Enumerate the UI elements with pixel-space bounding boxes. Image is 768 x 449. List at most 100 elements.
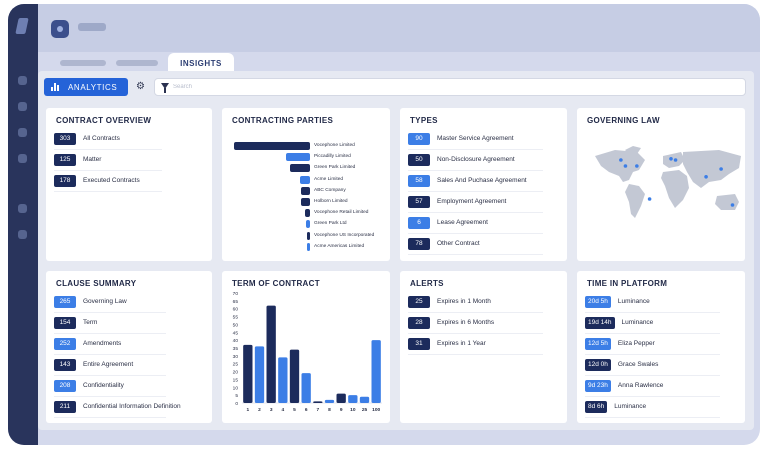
map-marker[interactable] (730, 203, 735, 207)
insights-panel: ANALYTICS ⚙ CONTRACT OVERVIEW 303All Con… (38, 71, 754, 430)
map-marker[interactable] (704, 175, 708, 179)
card-title: GOVERNING LAW (587, 116, 660, 125)
term-bar[interactable] (371, 340, 381, 403)
row-divider (408, 212, 543, 213)
rail-chart-icon[interactable] (18, 154, 27, 163)
world-map[interactable] (589, 142, 745, 226)
list-item[interactable]: 19d 14h Luminance (585, 317, 720, 334)
item-label: Expires in 1 Year (437, 340, 486, 347)
list-item[interactable]: 265 Governing Law (54, 296, 166, 313)
list-item[interactable]: 25 Expires in 1 Month (408, 296, 543, 313)
map-marker[interactable] (669, 157, 673, 161)
app-icon[interactable] (51, 20, 69, 38)
term-bar[interactable] (336, 393, 346, 403)
term-bar[interactable] (278, 357, 288, 403)
y-tick-label: 10 (233, 385, 239, 391)
search-bar[interactable] (154, 78, 746, 96)
term-bar[interactable] (301, 373, 311, 403)
list-item[interactable]: 12d 0h Grace Swales (585, 359, 720, 376)
card-title: ALERTS (410, 279, 444, 288)
party-bar[interactable] (234, 142, 310, 150)
tab-matters[interactable] (116, 60, 158, 66)
rail-search-icon[interactable] (18, 128, 27, 137)
term-bar[interactable] (359, 396, 370, 403)
contract-overview-card: CONTRACT OVERVIEW 303 All Contracts 125 Mat… (46, 108, 212, 261)
count-badge: 211 (54, 401, 76, 413)
list-item[interactable]: 6 Lease Agreement (408, 217, 543, 234)
filter-icon[interactable] (161, 83, 169, 93)
list-item[interactable]: 178 Executed Contracts (54, 175, 162, 192)
rail-home-icon[interactable] (18, 76, 27, 85)
list-item[interactable]: 208 Confidentiality (54, 380, 166, 397)
map-marker[interactable] (719, 167, 723, 171)
term-bar[interactable] (243, 344, 253, 403)
list-item[interactable]: 9d 23h Anna Rawlence (585, 380, 720, 397)
rail-settings-icon[interactable] (18, 230, 27, 239)
gear-icon[interactable]: ⚙ (136, 81, 145, 92)
party-bar[interactable] (304, 209, 310, 218)
party-bar[interactable] (305, 220, 310, 229)
item-label: Master Service Agreement (437, 135, 514, 142)
x-tick-label: 6 (305, 407, 308, 413)
rail-documents-icon[interactable] (18, 102, 27, 111)
item-label: Employment Agreement (437, 198, 507, 205)
count-badge: 154 (54, 317, 76, 329)
row-divider (54, 354, 166, 355)
party-bar[interactable] (301, 186, 310, 195)
party-label: Acme Limited (314, 176, 344, 182)
x-tick-label: 5 (293, 407, 296, 413)
list-item[interactable]: 78 Other Contract (408, 238, 543, 255)
list-item[interactable]: 50 Non-Disclosure Agreement (408, 154, 543, 171)
term-bar[interactable] (348, 395, 358, 403)
list-item[interactable]: 8d 6h Luminance (585, 401, 720, 418)
list-item[interactable]: 57 Employment Agreement (408, 196, 543, 213)
party-label: Vocephone Retail Limited (314, 210, 369, 216)
x-tick-label: 4 (281, 407, 284, 413)
y-tick-label: 5 (235, 393, 238, 399)
search-input[interactable] (173, 81, 473, 93)
count-badge: 31 (408, 338, 430, 350)
party-bar[interactable] (306, 231, 310, 240)
analytics-button[interactable]: ANALYTICS (44, 78, 128, 96)
list-item[interactable]: 31 Expires in 1 Year (408, 338, 543, 355)
party-bar[interactable] (286, 153, 310, 162)
list-item[interactable]: 28 Expires in 6 Months (408, 317, 543, 334)
app-logo-icon (15, 18, 29, 34)
list-item[interactable]: 12d 5h Eliza Pepper (585, 338, 720, 355)
analytics-label: ANALYTICS (68, 82, 118, 92)
term-bar[interactable] (266, 305, 276, 403)
party-label: Vocephone Limited (314, 143, 355, 148)
row-divider (408, 312, 543, 313)
term-bar[interactable] (254, 346, 265, 403)
tab-overview[interactable] (60, 60, 106, 66)
list-item[interactable]: 20d 5h Luminance (585, 296, 720, 313)
map-marker[interactable] (647, 197, 652, 201)
row-divider (54, 170, 162, 171)
list-item[interactable]: 58 Sales And Puchase Agreement (408, 175, 543, 192)
term-bar[interactable] (313, 401, 323, 403)
map-marker[interactable] (623, 164, 628, 168)
map-marker[interactable] (673, 158, 678, 162)
item-label: Other Contract (437, 240, 480, 247)
list-item[interactable]: 90 Master Service Agreement (408, 133, 543, 150)
list-item[interactable]: 154 Term (54, 317, 166, 334)
list-item[interactable]: 125 Matter (54, 154, 162, 171)
term-bar[interactable] (289, 349, 300, 403)
africa-shape (661, 170, 689, 208)
count-badge: 19d 14h (585, 317, 615, 329)
contracting-parties-card: CONTRACTING PARTIES Vocephone Limited Pic… (222, 108, 390, 261)
map-marker[interactable] (619, 158, 623, 162)
list-item[interactable]: 252 Amendments (54, 338, 166, 355)
party-bar[interactable] (300, 175, 310, 184)
count-badge: 252 (54, 338, 76, 350)
list-item[interactable]: 303 All Contracts (54, 133, 162, 150)
party-bar[interactable] (290, 164, 310, 173)
list-item[interactable]: 143 Entire Agreement (54, 359, 166, 376)
rail-users-icon[interactable] (18, 204, 27, 213)
list-item[interactable]: 211 Confidential Information Definition (54, 401, 181, 418)
row-divider (54, 333, 166, 334)
party-bar[interactable] (301, 198, 310, 206)
map-marker[interactable] (635, 164, 639, 168)
party-bar[interactable] (306, 242, 310, 251)
term-bar[interactable] (324, 399, 335, 403)
